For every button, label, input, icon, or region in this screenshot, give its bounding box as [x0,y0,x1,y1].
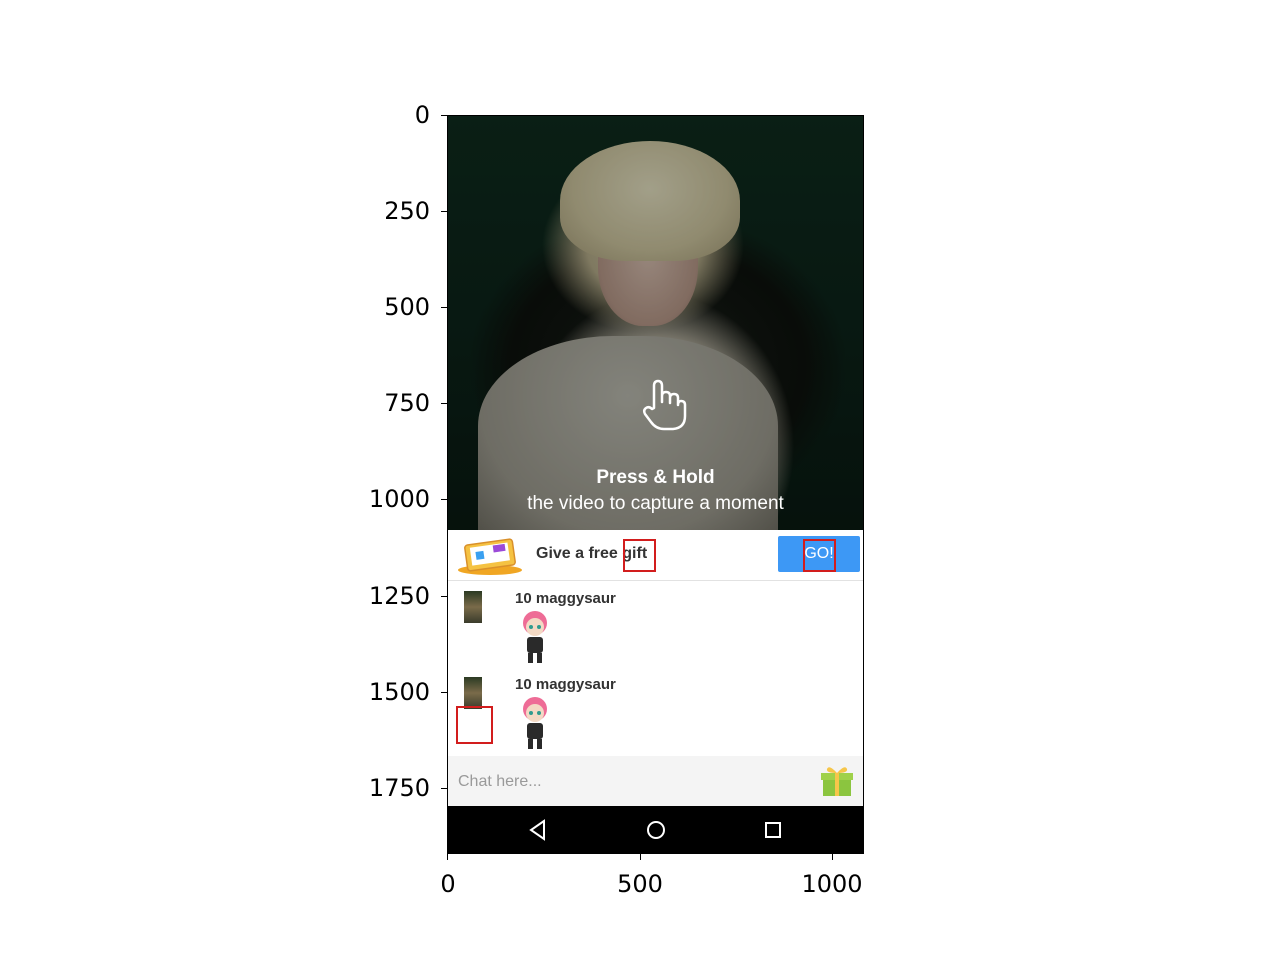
video-stream[interactable]: Press & Hold the video to capture a mome… [448,116,863,536]
y-tick-label: 250 [384,197,430,225]
y-tick-label: 1750 [368,774,430,802]
avatar[interactable] [464,677,482,709]
figure: 0 250 500 750 1000 1250 1500 1750 0 500 … [0,0,1280,960]
character-sticker-icon [523,611,547,663]
y-tick-label: 1000 [368,485,430,513]
annotation-box [456,706,493,744]
annotation-box [803,539,836,572]
phone-screen: Press & Hold the video to capture a mome… [447,115,864,854]
x-tick-mark [447,854,448,860]
gift-ticket-icon [458,538,522,575]
chat-message: 10 maggysaur [448,667,863,753]
press-hold-title: Press & Hold [596,467,715,488]
android-nav-bar [448,806,863,853]
annotation-box [623,539,656,572]
y-tick-label: 0 [414,101,430,129]
x-tick-label: 1000 [801,870,863,898]
chat-input[interactable] [456,764,810,800]
avatar[interactable] [464,591,482,623]
y-tick-label: 500 [384,293,430,321]
message-username: 10 maggysaur [515,676,616,693]
press-hand-icon [642,379,687,431]
chat-input-bar [448,756,863,806]
x-tick-mark [640,854,641,860]
x-tick-label: 500 [617,870,663,898]
x-tick-label: 0 [440,870,456,898]
back-icon[interactable] [524,816,552,844]
recents-icon[interactable] [759,816,787,844]
message-username: 10 maggysaur [515,590,616,607]
press-hold-subtitle: the video to capture a moment [527,493,784,514]
x-tick-mark [832,854,833,860]
gift-box-icon[interactable] [821,764,853,798]
character-sticker-icon [523,697,547,749]
chat-messages: 10 maggysaur 10 maggysaur [448,581,863,756]
y-tick-label: 1250 [368,582,430,610]
y-tick-label: 1500 [368,678,430,706]
y-tick-label: 750 [384,389,430,417]
chat-message: 10 maggysaur [448,581,863,667]
home-icon[interactable] [642,816,670,844]
